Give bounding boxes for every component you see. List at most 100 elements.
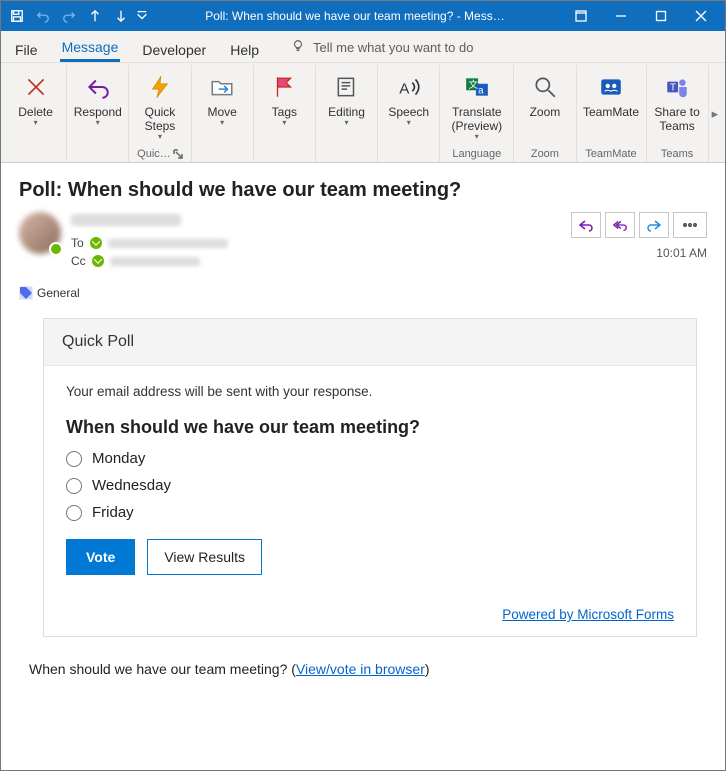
translate-label: Translate (Preview) [451, 105, 502, 133]
tab-file[interactable]: File [13, 36, 40, 62]
message-actions [571, 212, 707, 238]
sender-name-redacted [71, 214, 181, 226]
move-label: Move [207, 105, 236, 119]
radio-icon [66, 505, 82, 521]
radio-icon [66, 478, 82, 494]
zoom-button[interactable]: Zoom [517, 69, 573, 119]
redo-icon[interactable] [57, 4, 81, 28]
vote-button[interactable]: Vote [66, 539, 135, 575]
save-icon[interactable] [5, 4, 29, 28]
radio-icon [66, 451, 82, 467]
share-to-teams-button[interactable]: T Share to Teams [649, 69, 705, 133]
group-zoom: Zoom Zoom [514, 65, 576, 162]
poll-question: When should we have our team meeting? [66, 417, 674, 438]
group-editing: Editing▾ [316, 65, 378, 162]
window-popup-icon[interactable] [561, 1, 601, 31]
to-label: To [71, 236, 84, 250]
presence-icon [90, 237, 102, 249]
tags-button[interactable]: Tags▾ [256, 69, 312, 127]
ribbon-overflow[interactable]: ▸ [709, 65, 721, 162]
maximize-button[interactable] [641, 1, 681, 31]
poll-option-label: Wednesday [92, 477, 171, 494]
poll-option[interactable]: Monday [66, 450, 674, 467]
tell-me-search[interactable]: Tell me what you want to do [291, 39, 713, 62]
poll-card: Quick Poll Your email address will be se… [43, 318, 697, 637]
respond-icon [82, 71, 114, 103]
close-button[interactable] [681, 1, 721, 31]
speech-button[interactable]: A Speech▾ [381, 69, 437, 127]
move-button[interactable]: Move▾ [194, 69, 250, 127]
sender-avatar[interactable] [19, 212, 61, 254]
previous-item-icon[interactable] [83, 4, 107, 28]
svg-text:T: T [670, 82, 676, 93]
delete-label: Delete [18, 105, 53, 119]
tab-help[interactable]: Help [228, 36, 261, 62]
category-tag[interactable]: General [19, 286, 707, 300]
dialog-launcher-icon[interactable] [173, 149, 183, 159]
lightning-icon [144, 71, 176, 103]
poll-option-label: Monday [92, 450, 145, 467]
flag-icon [268, 71, 300, 103]
vote-footer: When should we have our team meeting? (V… [19, 637, 707, 677]
presence-indicator [49, 242, 63, 256]
poll-option[interactable]: Friday [66, 504, 674, 521]
reply-button[interactable] [571, 212, 601, 238]
powered-by-link[interactable]: Powered by Microsoft Forms [502, 607, 674, 622]
message-header: To Cc [19, 212, 707, 272]
undo-icon[interactable] [31, 4, 55, 28]
tab-message[interactable]: Message [60, 33, 121, 62]
svg-text:文: 文 [468, 78, 478, 91]
respond-button[interactable]: Respond▾ [70, 69, 126, 127]
poll-option[interactable]: Wednesday [66, 477, 674, 494]
teammate-button[interactable]: TeamMate [579, 69, 643, 119]
group-delete: Delete▾ [5, 65, 67, 162]
zoom-group-label: Zoom [531, 146, 559, 162]
more-actions-button[interactable] [673, 212, 707, 238]
next-item-icon[interactable] [109, 4, 133, 28]
tell-me-placeholder: Tell me what you want to do [313, 40, 473, 55]
received-time: 10:01 AM [571, 246, 707, 260]
category-label: General [37, 286, 80, 300]
group-quick-steps: Quick Steps▾ Quic… [129, 65, 191, 162]
minimize-button[interactable] [601, 1, 641, 31]
language-group-label: Language [452, 146, 501, 162]
title-bar: Poll: When should we have our team meeti… [1, 1, 725, 31]
teammate-group-label: TeamMate [585, 146, 636, 162]
view-in-browser-link[interactable]: View/vote in browser [296, 661, 425, 677]
presence-icon [92, 255, 104, 267]
ribbon: Delete▾ Respond▾ Quick Steps▾ Q [1, 63, 725, 163]
move-folder-icon [206, 71, 238, 103]
ribbon-tabs: File Message Developer Help Tell me what… [1, 31, 725, 63]
message-subject: Poll: When should we have our team meeti… [19, 179, 707, 202]
tab-developer[interactable]: Developer [140, 36, 208, 62]
quick-steps-group-label: Quic… [137, 146, 183, 162]
group-speech: A Speech▾ [378, 65, 440, 162]
qat-customize-icon[interactable] [135, 4, 149, 28]
cc-label: Cc [71, 254, 86, 268]
quick-steps-button[interactable]: Quick Steps▾ [132, 69, 188, 141]
forward-button[interactable] [639, 212, 669, 238]
teams-group-label: Teams [661, 146, 693, 162]
translate-button[interactable]: 文a Translate (Preview)▾ [444, 69, 510, 141]
footer-text: When should we have our team meeting? ( [29, 661, 296, 677]
delete-icon [20, 71, 52, 103]
tags-label: Tags [272, 105, 297, 119]
group-language: 文a Translate (Preview)▾ Language [440, 65, 514, 162]
share-teams-label: Share to Teams [654, 105, 699, 133]
delete-button[interactable]: Delete▾ [8, 69, 64, 127]
respond-label: Respond [74, 105, 122, 119]
quick-steps-label: Quick Steps [145, 105, 176, 133]
group-tags: Tags▾ [254, 65, 316, 162]
zoom-icon [529, 71, 561, 103]
window-title: Poll: When should we have our team meeti… [149, 9, 561, 23]
reply-all-button[interactable] [605, 212, 635, 238]
view-results-button[interactable]: View Results [147, 539, 262, 575]
editing-button[interactable]: Editing▾ [319, 69, 375, 127]
to-recipient-redacted [108, 239, 228, 248]
editing-label: Editing [328, 105, 365, 119]
reading-pane: Poll: When should we have our team meeti… [1, 163, 725, 683]
group-teams: T Share to Teams Teams [647, 65, 709, 162]
teams-icon: T [661, 71, 693, 103]
footer-close: ) [425, 661, 430, 677]
group-respond: Respond▾ [67, 65, 129, 162]
